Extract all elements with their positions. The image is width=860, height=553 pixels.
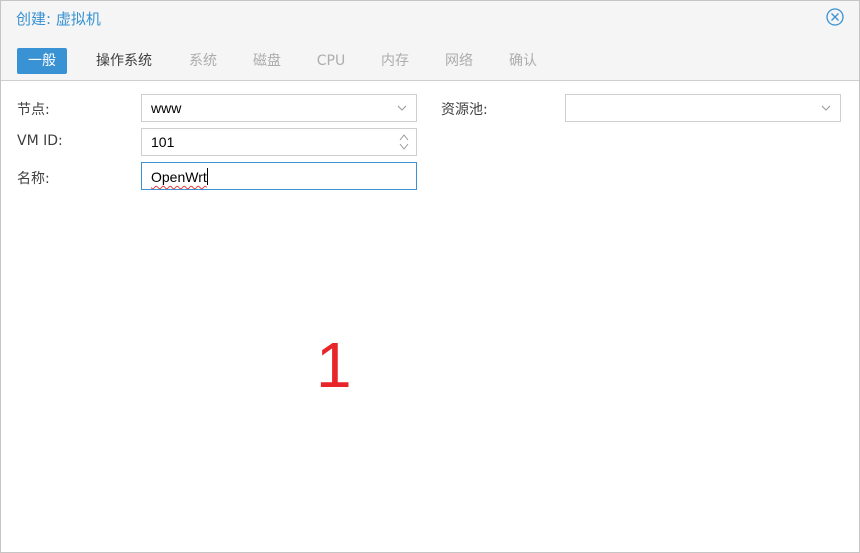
wizard-tabs: 一般 操作系统 系统 磁盘 CPU 内存 网络 确认 [1, 35, 859, 81]
tab-confirm: 确认 [509, 53, 537, 69]
tab-cpu: CPU [316, 53, 346, 69]
annotation-number: 1 [316, 329, 352, 401]
name-input[interactable]: OpenWrt [141, 162, 417, 190]
pool-select[interactable] [565, 94, 841, 122]
tab-disk: 磁盘 [253, 53, 281, 69]
name-value: OpenWrt [151, 169, 207, 185]
tab-system: 系统 [189, 53, 217, 69]
close-icon[interactable] [825, 7, 845, 27]
tab-os[interactable]: 操作系统 [87, 48, 161, 74]
tab-network: 网络 [445, 53, 473, 69]
general-form: 节点: www 资源池: VM ID: 101 名称: OpenWrt 1 [1, 81, 859, 552]
create-vm-dialog: 创建: 虚拟机 一般 操作系统 系统 磁盘 CPU 内存 网络 确认 节点: w… [0, 0, 860, 553]
node-label: 节点: [17, 102, 50, 118]
dialog-title: 创建: 虚拟机 [16, 10, 101, 28]
vmid-value: 101 [151, 134, 175, 150]
chevron-down-icon[interactable] [820, 102, 832, 114]
pool-label: 资源池: [441, 102, 488, 118]
tab-memory: 内存 [381, 53, 409, 69]
tab-general[interactable]: 一般 [17, 48, 67, 74]
dialog-titlebar: 创建: 虚拟机 [1, 1, 859, 35]
name-label: 名称: [17, 171, 50, 187]
text-caret [206, 168, 208, 185]
vmid-label: VM ID: [17, 133, 63, 149]
node-value: www [151, 100, 182, 116]
vmid-spinner[interactable]: 101 [141, 128, 417, 156]
chevron-down-icon[interactable] [396, 102, 408, 114]
node-select[interactable]: www [141, 94, 417, 122]
spinner-arrows-icon[interactable] [398, 132, 410, 152]
